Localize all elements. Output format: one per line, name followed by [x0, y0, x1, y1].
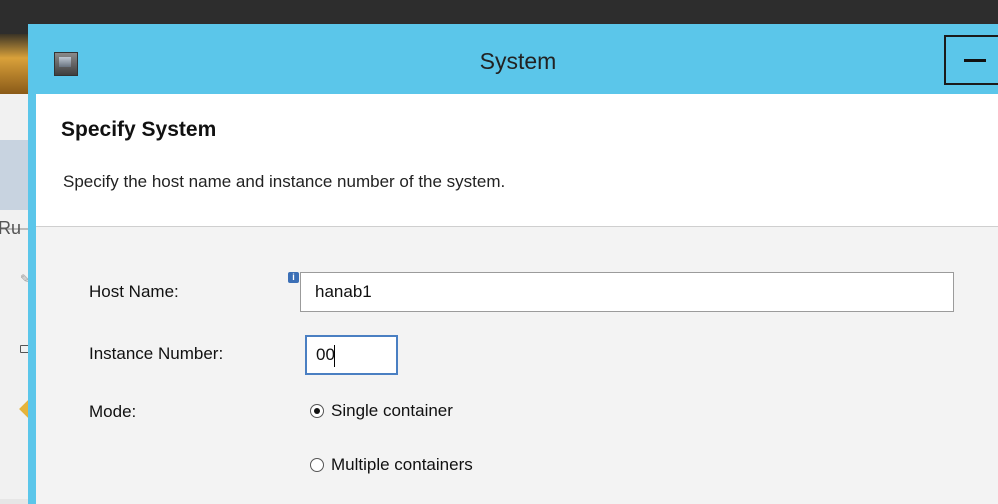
host-name-input[interactable]: [300, 272, 954, 312]
mode-label: Mode:: [89, 402, 137, 421]
single-container-label[interactable]: Single container: [331, 401, 453, 421]
minimize-icon: [964, 59, 986, 62]
text-caret: [334, 345, 335, 367]
host-name-label: Host Name:: [89, 282, 179, 301]
dialog-title: System: [479, 48, 557, 74]
info-icon: i: [288, 272, 299, 283]
background-partial-label: Ru: [0, 218, 22, 238]
multiple-containers-label[interactable]: Multiple containers: [331, 455, 473, 475]
minimize-button[interactable]: [944, 35, 998, 85]
single-container-radio[interactable]: [310, 404, 324, 418]
instance-number-label: Instance Number:: [89, 344, 224, 363]
system-dialog: System Specify System Specify the host n…: [28, 24, 998, 504]
multiple-containers-radio[interactable]: [310, 458, 324, 472]
page-title: Specify System: [61, 118, 217, 141]
instance-number-input[interactable]: [305, 335, 398, 375]
page-description: Specify the host name and instance numbe…: [63, 172, 506, 191]
dialog-header: Specify System Specify the host name and…: [36, 94, 998, 227]
dialog-titlebar[interactable]: System: [28, 24, 998, 94]
dialog-content: Specify System Specify the host name and…: [36, 94, 998, 504]
